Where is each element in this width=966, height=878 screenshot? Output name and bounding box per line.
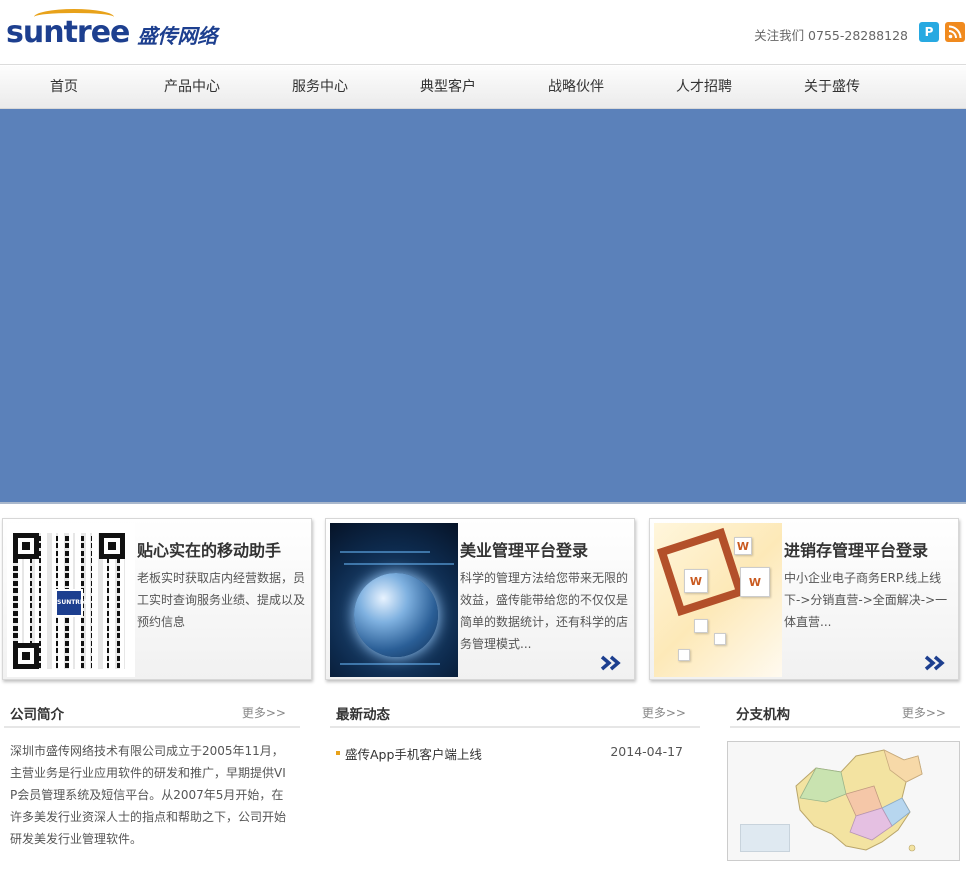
card-mobile-assistant[interactable]: SUNTREE 贴心实在的移动助手 老板实时获取店内经营数据，员工实时查询服务业… (2, 518, 312, 680)
nav-clients[interactable]: 典型客户 (393, 66, 503, 109)
nav-careers[interactable]: 人才招聘 (649, 66, 759, 109)
qr-finder-tr (99, 533, 125, 559)
card-title[interactable]: 进销存管理平台登录 (784, 537, 928, 561)
www-cubes-image: W W W (654, 523, 782, 677)
logo-arc (34, 8, 114, 25)
globe-line (340, 663, 440, 665)
nav-about[interactable]: 关于盛传 (777, 66, 887, 109)
logo-chinese: 盛传网络 (137, 23, 218, 48)
card-title[interactable]: 美业管理平台登录 (460, 537, 588, 561)
contact-phone: 关注我们 0755-28288128 (754, 28, 908, 43)
main-nav: 首页 产品中心 服务中心 典型客户 战略伙伴 人才招聘 关于盛传 (0, 66, 966, 109)
card-erp-login[interactable]: W W W 进销存管理平台登录 中小企业电子商务ERP.线上线下->分销直营->… (649, 518, 959, 680)
qr-finder-tl (13, 533, 39, 559)
globe-line (344, 563, 454, 565)
section-title: 公司简介 (10, 707, 64, 723)
china-map-shape (795, 749, 923, 852)
double-chevron-icon[interactable] (924, 655, 946, 671)
more-link[interactable]: 更多>> (902, 704, 946, 721)
more-link[interactable]: 更多>> (242, 704, 286, 721)
news-date: 2014-04-17 (610, 744, 683, 759)
globe-line (340, 551, 430, 553)
news-item[interactable]: 盛传App手机客户端上线 2014-04-17 (336, 744, 686, 764)
more-link[interactable]: 更多>> (642, 704, 686, 721)
bullet-icon (336, 751, 340, 755)
card-description: 科学的管理方法给您带来无限的效益，盛传能带给您的不仅仅是简单的数据统计，还有科学… (460, 571, 629, 651)
qr-center-logo: SUNTREE (55, 589, 88, 617)
card-description: 中小企业电子商务ERP.线上线下->分销直营->全面解决->一体直营... (784, 571, 948, 629)
card-title[interactable]: 贴心实在的移动助手 (137, 537, 281, 561)
www-cube: W (734, 537, 752, 555)
www-cube: W (740, 567, 770, 597)
china-map-image[interactable] (727, 741, 960, 861)
company-intro-text: 深圳市盛传网络技术有限公司成立于2005年11月，主营业务是行业应用软件的研发和… (10, 744, 287, 846)
intro-header: 公司简介 更多>> (4, 698, 300, 728)
branches-header: 分支机构 更多>> (730, 698, 960, 728)
logo-english: suntree (6, 8, 130, 50)
www-cube: W (684, 569, 708, 593)
section-title: 最新动态 (336, 707, 390, 723)
card-description: 老板实时获取店内经营数据，员工实时查询服务业绩、提成以及预约信息 (137, 571, 306, 629)
p-icon[interactable]: P (919, 22, 939, 42)
news-header: 最新动态 更多>> (330, 698, 700, 728)
globe-sphere (354, 573, 438, 657)
hero-banner[interactable] (0, 109, 966, 504)
qr-code-image: SUNTREE (7, 523, 135, 677)
rss-glyph (948, 25, 962, 39)
nav-partners[interactable]: 战略伙伴 (521, 66, 631, 109)
site-logo[interactable]: suntree 盛传网络 (6, 8, 218, 52)
small-cube (714, 633, 726, 645)
nav-services[interactable]: 服务中心 (265, 66, 375, 109)
double-chevron-icon[interactable] (600, 655, 622, 671)
site-header: suntree 盛传网络 关注我们 0755-28288128 P (0, 0, 966, 65)
world-map-inset (740, 824, 790, 852)
small-cube (694, 619, 708, 633)
rss-icon[interactable] (945, 22, 965, 42)
section-title: 分支机构 (736, 707, 790, 723)
qr-finder-bl (13, 643, 39, 669)
news-title[interactable]: 盛传App手机客户端上线 (345, 744, 482, 763)
small-cube (678, 649, 690, 661)
nav-products[interactable]: 产品中心 (137, 66, 247, 109)
nav-home[interactable]: 首页 (9, 66, 119, 109)
card-beauty-login[interactable]: 美业管理平台登录 科学的管理方法给您带来无限的效益，盛传能带给您的不仅仅是简单的… (325, 518, 635, 680)
globe-image (330, 523, 458, 677)
